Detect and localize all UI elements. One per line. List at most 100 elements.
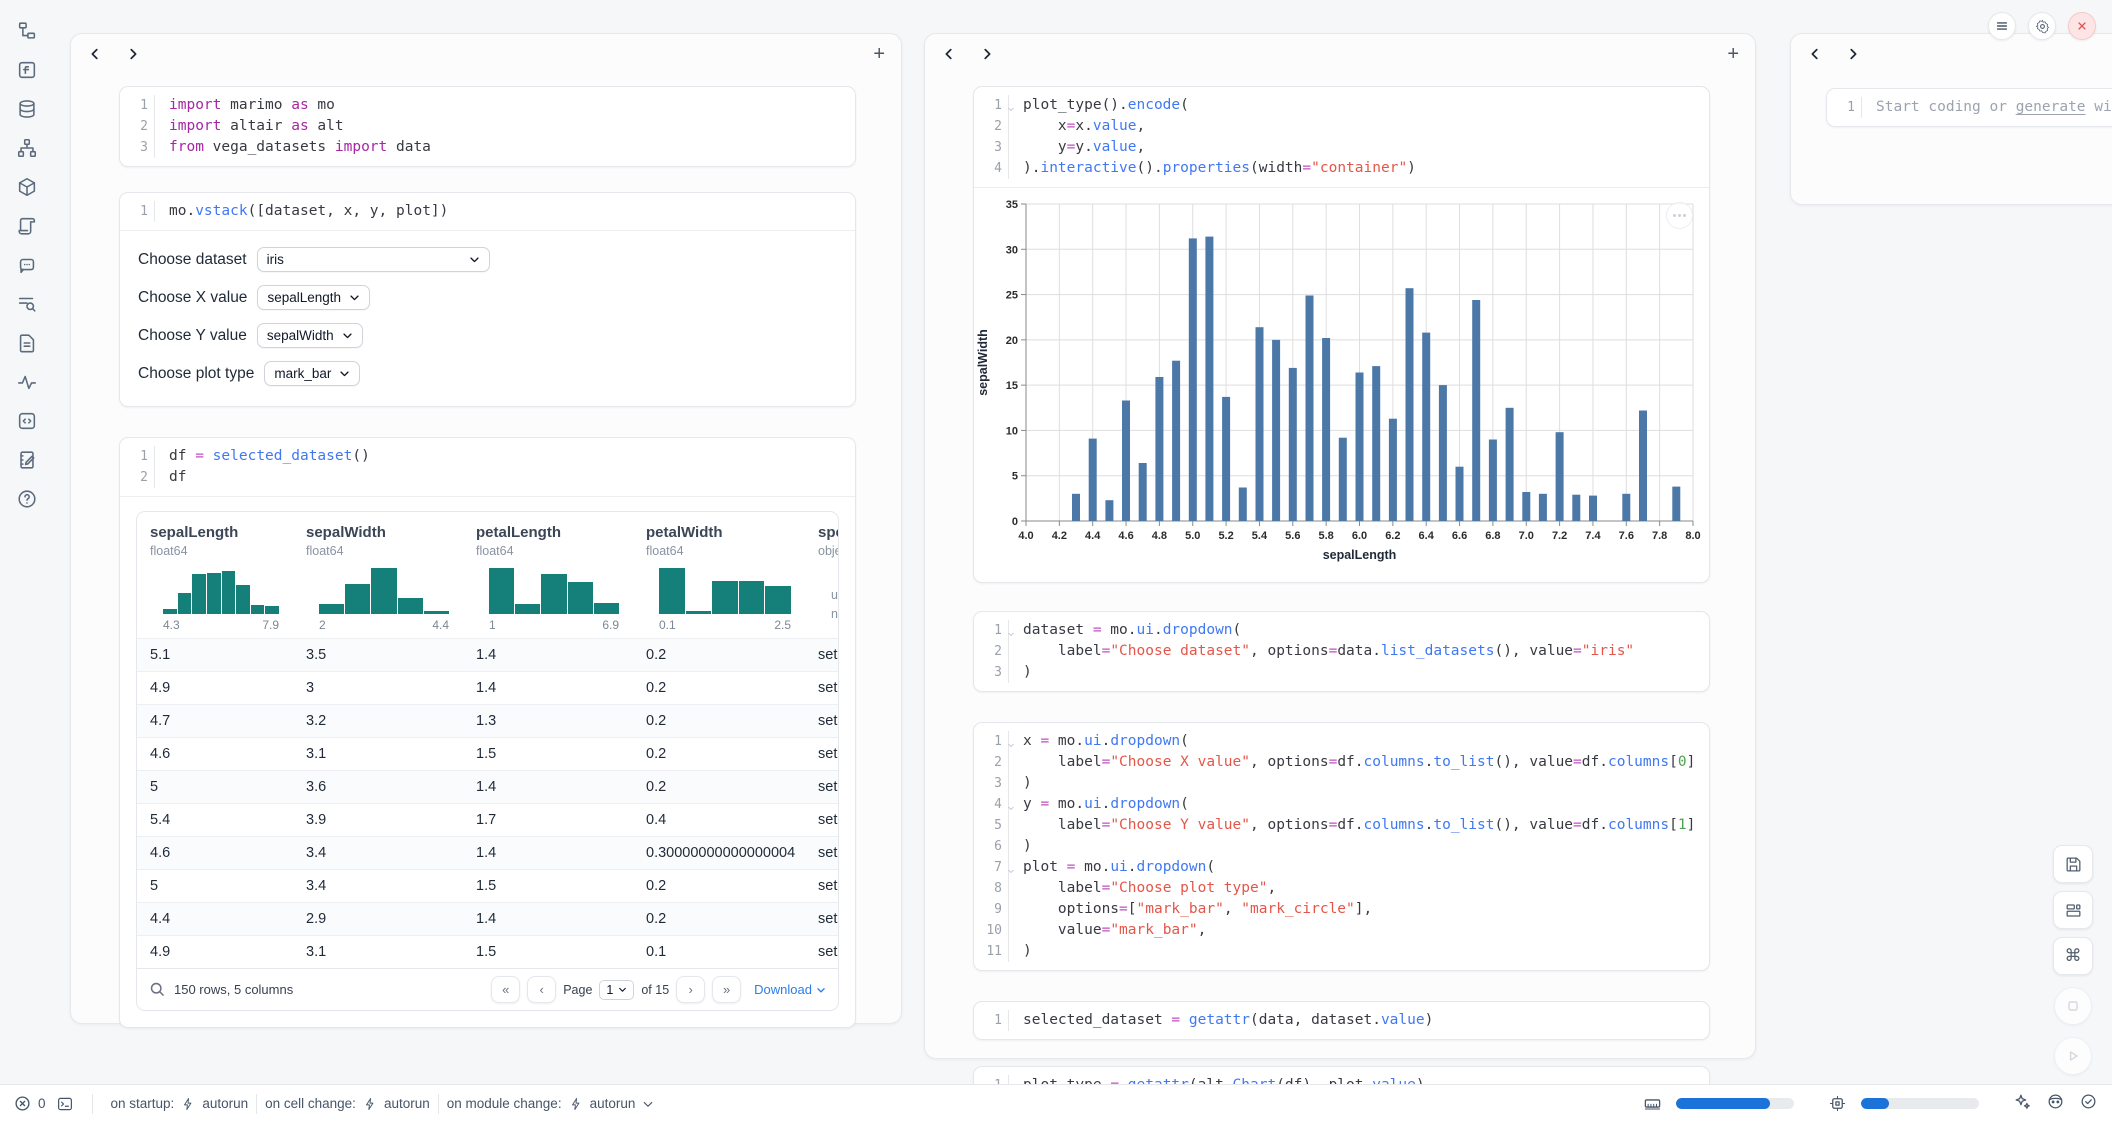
search-icon[interactable] [149, 981, 166, 998]
chart-output[interactable]: 4.04.24.44.64.85.05.25.45.65.86.06.26.46… [974, 188, 1709, 582]
choose-plot-type-select[interactable]: mark_bar [264, 361, 360, 386]
cell-empty[interactable]: 1 Start coding or generate with [1826, 88, 2112, 127]
column-header[interactable]: sepalWidthfloat6424.4 [293, 512, 463, 638]
add-column-button[interactable]: + [873, 44, 885, 64]
logs-icon[interactable] [14, 291, 40, 317]
fold-marker[interactable] [1007, 861, 1015, 869]
chevron-left-icon[interactable] [1807, 46, 1823, 62]
connection-status-button[interactable] [2079, 1092, 2098, 1116]
column-header[interactable]: petalWidthfloat640.12.5 [633, 512, 805, 638]
code-editor[interactable]: 1plot_type().encode(2 x=x.value,3 y=y.va… [974, 87, 1709, 187]
table-row[interactable]: 53.61.40.2setosa [137, 770, 838, 803]
table-row[interactable]: 4.63.41.40.30000000000000004setosa [137, 836, 838, 869]
menu-button[interactable] [1988, 12, 2016, 40]
scripts-icon[interactable] [14, 213, 40, 239]
table-row[interactable]: 4.42.91.40.2setosa [137, 902, 838, 935]
scratchpad-icon[interactable] [14, 447, 40, 473]
layout-button[interactable] [2053, 891, 2093, 929]
column-histogram[interactable] [319, 568, 449, 614]
code-line: 1df = selected_dataset() [120, 446, 855, 467]
column-histogram[interactable] [163, 568, 279, 614]
code-editor[interactable]: 1selected_dataset = getattr(data, datase… [974, 1002, 1709, 1039]
add-column-button[interactable]: + [1727, 44, 1739, 64]
functions-icon[interactable] [14, 57, 40, 83]
fold-marker[interactable] [1007, 735, 1015, 743]
code-editor[interactable]: 1mo.vstack([dataset, x, y, plot]) [120, 193, 855, 230]
cell-xy-plot-dropdowns[interactable]: 1x = mo.ui.dropdown(2 label="Choose X va… [973, 722, 1710, 971]
chevron-left-icon[interactable] [87, 46, 103, 62]
fold-marker[interactable] [1007, 624, 1015, 632]
fold-marker[interactable] [1007, 99, 1015, 107]
errors-indicator[interactable]: 0 [14, 1095, 46, 1112]
runtime-config-item[interactable]: on cell change:autorun [265, 1096, 430, 1111]
table-row[interactable]: 5.43.91.70.4setosa [137, 803, 838, 836]
column-header[interactable]: sepalLengthfloat644.37.9 [137, 512, 293, 638]
cell-dataset-dropdown[interactable]: 1dataset = mo.ui.dropdown(2 label="Choos… [973, 611, 1710, 692]
svg-text:5.0: 5.0 [1185, 530, 1200, 542]
cell-selected-dataset[interactable]: 1selected_dataset = getattr(data, datase… [973, 1001, 1710, 1040]
column-header[interactable]: petalLengthfloat6416.9 [463, 512, 633, 638]
shutdown-button[interactable] [2068, 12, 2096, 40]
table-row[interactable]: 4.931.40.2setosa [137, 671, 838, 704]
table-row[interactable]: 4.73.21.30.2setosa [137, 704, 838, 737]
code-editor[interactable]: 1dataset = mo.ui.dropdown(2 label="Choos… [974, 612, 1709, 691]
code-editor[interactable]: 1x = mo.ui.dropdown(2 label="Choose X va… [974, 723, 1709, 970]
file-explorer-icon[interactable] [14, 18, 40, 44]
line-number: 3 [974, 137, 1008, 158]
next-page-button[interactable]: › [676, 976, 705, 1003]
code-placeholder[interactable]: Start coding or generate with [1861, 97, 2112, 118]
bar [1089, 439, 1097, 521]
table-row[interactable]: 53.41.50.2setosa [137, 869, 838, 902]
prev-page-button[interactable]: ‹ [527, 976, 556, 1003]
table-row[interactable]: 4.63.11.50.2setosa [137, 737, 838, 770]
chevron-right-icon[interactable] [979, 46, 995, 62]
page-select[interactable]: 1 [599, 980, 634, 1000]
runtime-config-item[interactable]: on startup:autorun [111, 1096, 249, 1111]
table-row[interactable]: 5.13.51.40.2setosa [137, 638, 838, 671]
chevron-left-icon[interactable] [941, 46, 957, 62]
chevron-down-icon [339, 368, 350, 379]
code-editor[interactable]: 1df = selected_dataset()2df [120, 438, 855, 496]
cell-vstack[interactable]: 1mo.vstack([dataset, x, y, plot]) Choose… [119, 192, 856, 407]
chevron-right-icon[interactable] [125, 46, 141, 62]
generate-with-ai-link[interactable]: generate [2016, 99, 2086, 115]
last-page-button[interactable]: » [712, 976, 741, 1003]
run-button[interactable] [2054, 1037, 2092, 1075]
column-header[interactable]: speciesobjectunique:nulls: [805, 512, 838, 638]
first-page-button[interactable]: « [491, 976, 520, 1003]
cell-plot[interactable]: 1plot_type().encode(2 x=x.value,3 y=y.va… [973, 86, 1710, 583]
datasources-icon[interactable] [14, 96, 40, 122]
copilot-button[interactable] [2046, 1092, 2065, 1116]
choose-y-value-select[interactable]: sepalWidth [257, 323, 363, 348]
stop-button[interactable] [2054, 987, 2092, 1025]
ai-chat-icon[interactable] [14, 252, 40, 278]
code-editor[interactable]: 1import marimo as mo2import altair as al… [120, 87, 855, 166]
tracing-icon[interactable] [14, 369, 40, 395]
column-histogram[interactable] [489, 568, 619, 614]
cell-imports[interactable]: 1import marimo as mo2import altair as al… [119, 86, 856, 167]
svg-text:6.0: 6.0 [1352, 530, 1367, 542]
settings-button[interactable] [2028, 12, 2056, 40]
snippets-icon[interactable] [14, 408, 40, 434]
table-row[interactable]: 4.93.11.50.1setosa [137, 935, 838, 968]
chart-menu-button[interactable] [1666, 202, 1693, 229]
save-button[interactable] [2053, 845, 2093, 883]
packages-icon[interactable] [14, 174, 40, 200]
cell-dataframe[interactable]: 1df = selected_dataset()2df sepalLengthf… [119, 437, 856, 1028]
ai-assist-button[interactable] [2013, 1092, 2032, 1116]
documentation-icon[interactable] [14, 330, 40, 356]
help-icon[interactable] [14, 486, 40, 512]
dependency-graph-icon[interactable] [14, 135, 40, 161]
bar [1522, 492, 1530, 521]
code-editor[interactable]: 1 Start coding or generate with [1827, 89, 2112, 126]
column-histogram[interactable] [659, 568, 791, 614]
runtime-config-item[interactable]: on module change:autorun [447, 1096, 655, 1111]
download-button[interactable]: Download [754, 982, 826, 997]
bar-chart[interactable]: 4.04.24.44.64.85.05.25.45.65.86.06.26.46… [974, 194, 1709, 567]
chevron-right-icon[interactable] [1845, 46, 1861, 62]
choose-x-value-select[interactable]: sepalLength [257, 285, 370, 310]
fold-marker[interactable] [1007, 798, 1015, 806]
terminal-button[interactable] [56, 1095, 74, 1113]
choose-dataset-select[interactable]: iris [257, 247, 490, 272]
command-palette-button[interactable]: ⌘ [2053, 937, 2093, 975]
